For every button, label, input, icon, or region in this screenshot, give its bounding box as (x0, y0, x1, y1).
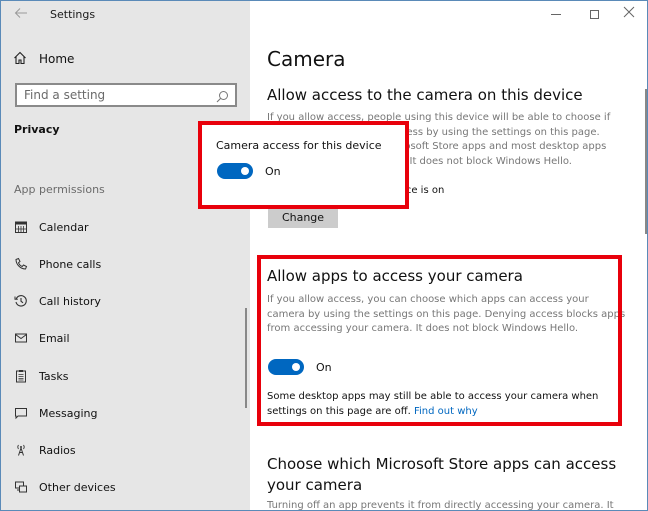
change-button[interactable]: Change (268, 206, 338, 228)
store-section-heading: Choose which Microsoft Store apps can ac… (267, 455, 617, 494)
chat-icon (13, 405, 29, 421)
clipboard-icon (13, 368, 29, 384)
sidebar-item-radios[interactable]: Radios (13, 441, 76, 459)
sidebar-item-label: Calendar (39, 220, 89, 234)
camera-access-popup: Camera access for this device On (198, 121, 409, 209)
back-arrow-icon[interactable] (14, 6, 30, 22)
device-camera-toggle[interactable] (217, 163, 253, 179)
device-section-heading: Allow access to the camera on this devic… (267, 86, 583, 104)
history-icon (13, 293, 29, 309)
sidebar: Settings Home Find a setting Privacy App… (1, 1, 250, 510)
main-scrollbar[interactable] (645, 89, 647, 234)
home-label: Home (39, 52, 75, 66)
store-section-description: Turning off an app prevents it from dire… (267, 500, 614, 511)
sidebar-item-label: Radios (39, 443, 76, 457)
toggle-knob (241, 167, 249, 175)
sidebar-item-email[interactable]: Email (13, 329, 70, 347)
sidebar-item-other-devices[interactable]: Other devices (13, 478, 116, 496)
sidebar-item-home[interactable]: Home (13, 50, 74, 68)
search-input[interactable]: Find a setting (15, 83, 237, 107)
group-title-app-permissions: App permissions (14, 183, 105, 196)
close-icon[interactable] (623, 6, 635, 22)
settings-window: Settings Home Find a setting Privacy App… (0, 0, 648, 511)
sidebar-item-calendar[interactable]: Calendar (13, 218, 88, 236)
window-title: Settings (50, 8, 96, 21)
sidebar-item-label: Messaging (39, 406, 98, 420)
popup-label: Camera access for this device (216, 139, 382, 152)
sidebar-item-tasks[interactable]: Tasks (13, 367, 68, 385)
sidebar-item-label: Email (39, 331, 70, 345)
mail-icon (13, 330, 29, 346)
sidebar-item-phone-calls[interactable]: Phone calls (13, 255, 101, 273)
devices-icon (13, 479, 29, 495)
maximize-icon[interactable] (590, 10, 599, 19)
search-placeholder: Find a setting (24, 88, 106, 102)
device-camera-toggle-state: On (265, 164, 281, 178)
calendar-icon (13, 219, 29, 235)
section-title-privacy: Privacy (14, 123, 60, 136)
radio-tower-icon (13, 442, 29, 458)
sidebar-item-call-history[interactable]: Call history (13, 292, 101, 310)
sidebar-scrollbar[interactable] (245, 308, 247, 408)
popup-toggle-row: On (217, 163, 281, 179)
sidebar-item-messaging[interactable]: Messaging (13, 404, 97, 422)
sidebar-item-label: Phone calls (39, 257, 102, 271)
minimize-icon[interactable] (551, 14, 561, 15)
page-title: Camera (267, 47, 346, 71)
search-icon[interactable] (216, 88, 229, 107)
sidebar-item-label: Call history (39, 294, 101, 308)
sidebar-item-label: Other devices (39, 480, 116, 494)
phone-icon (13, 256, 29, 272)
sidebar-item-label: Tasks (39, 369, 69, 383)
apps-section-highlight-box (257, 255, 622, 426)
home-icon (13, 50, 27, 69)
